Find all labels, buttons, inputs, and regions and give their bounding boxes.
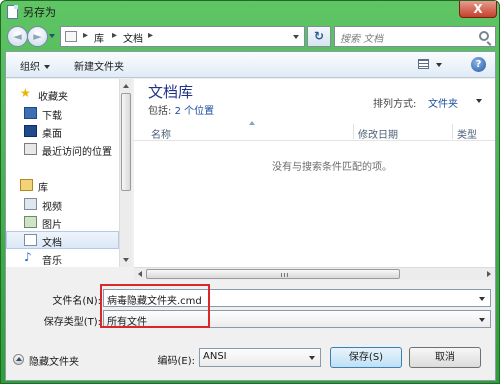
encoding-value: ANSI bbox=[203, 351, 227, 362]
sort-ascending-icon bbox=[249, 121, 255, 125]
search-input[interactable]: 搜索 文档 bbox=[334, 26, 496, 47]
scroll-up-arrow-icon[interactable] bbox=[123, 84, 129, 88]
close-button[interactable]: X bbox=[459, 1, 497, 18]
column-type[interactable]: 类型 bbox=[457, 126, 477, 141]
chevron-down-icon bbox=[44, 65, 50, 69]
sidebar-item-label: 音乐 bbox=[42, 256, 62, 267]
sidebar-item-label: 最近访问的位置 bbox=[42, 147, 112, 158]
breadcrumb-separator[interactable]: ▸ bbox=[83, 30, 88, 41]
libraries-icon bbox=[20, 179, 33, 191]
column-divider[interactable] bbox=[452, 124, 453, 139]
music-note-icon: ♪ bbox=[24, 250, 32, 264]
column-name[interactable]: 名称 bbox=[151, 126, 171, 141]
new-folder-button[interactable]: 新建文件夹 bbox=[74, 58, 124, 73]
sidebar-item-recent-places[interactable]: 最近访问的位置 bbox=[6, 140, 119, 158]
command-bar: 组织 新建文件夹 ? bbox=[6, 52, 495, 78]
title-bar[interactable]: 另存为 X bbox=[1, 1, 500, 23]
column-modified-date[interactable]: 修改日期 bbox=[358, 126, 398, 141]
library-folder-icon bbox=[65, 31, 77, 42]
sidebar-favorites-header[interactable]: ★ 收藏夹 bbox=[6, 85, 119, 103]
includes-label: 包括: bbox=[148, 106, 172, 117]
forward-button[interactable]: ► bbox=[27, 26, 48, 47]
breadcrumb-separator[interactable]: ▸ bbox=[148, 30, 153, 41]
encoding-select[interactable]: ANSI bbox=[199, 348, 321, 367]
arrange-by-dropdown[interactable]: 文件夹 bbox=[428, 95, 458, 110]
sidebar-item-label: 桌面 bbox=[42, 129, 62, 140]
sidebar-item-label: 文档 bbox=[42, 238, 62, 249]
sidebar-item-label: 库 bbox=[38, 183, 48, 194]
filename-label: 文件名(N): bbox=[52, 296, 101, 307]
chevron-down-icon[interactable] bbox=[479, 318, 485, 322]
navigation-vertical-scrollbar[interactable] bbox=[119, 79, 132, 267]
scroll-down-arrow-icon[interactable] bbox=[123, 258, 129, 262]
library-title: 文档库 bbox=[148, 83, 194, 101]
sidebar-item-desktop[interactable]: 桌面 bbox=[6, 122, 119, 140]
hide-folders-label[interactable]: 隐藏文件夹 bbox=[29, 353, 79, 368]
scroll-thumb[interactable] bbox=[121, 93, 131, 191]
sidebar-libraries-header[interactable]: 库 bbox=[6, 176, 119, 194]
search-placeholder: 搜索 文档 bbox=[340, 34, 384, 45]
downloads-folder-icon bbox=[24, 107, 37, 119]
filename-history-dropdown-icon[interactable] bbox=[479, 297, 485, 301]
breadcrumb-documents[interactable]: 文档 bbox=[123, 30, 143, 45]
back-button[interactable]: ◄ bbox=[7, 26, 28, 47]
recent-pages-dropdown-icon[interactable] bbox=[49, 34, 55, 38]
collapse-arrow-icon[interactable] bbox=[13, 354, 24, 365]
scroll-right-arrow-icon[interactable] bbox=[487, 271, 491, 277]
navigation-bar: ◄ ► ▸ 库 ▸ 文档 ▸ ↻ 搜索 文档 bbox=[1, 23, 500, 51]
includes-locations-link[interactable]: 2 个位置 bbox=[175, 106, 215, 117]
view-options-dropdown-icon[interactable] bbox=[436, 63, 442, 67]
sidebar-item-label: 视频 bbox=[42, 202, 62, 213]
desktop-icon bbox=[24, 125, 37, 137]
column-divider[interactable] bbox=[353, 124, 354, 139]
star-icon: ★ bbox=[20, 86, 31, 100]
sidebar-item-videos[interactable]: 视频 bbox=[6, 195, 119, 213]
save-as-type-label: 保存类型(T): bbox=[43, 317, 101, 328]
sidebar-item-pictures[interactable]: 图片 bbox=[6, 213, 119, 231]
breadcrumb-library[interactable]: 库 bbox=[94, 30, 104, 45]
refresh-button[interactable]: ↻ bbox=[307, 26, 331, 47]
encoding-label: 编码(E): bbox=[157, 356, 196, 367]
scroll-left-arrow-icon[interactable] bbox=[138, 271, 142, 277]
dialog-body: 组织 新建文件夹 ? ★ 收藏夹 下载 桌面 最近访问的位置 库 视频 图片 文… bbox=[5, 51, 496, 381]
documents-library-icon bbox=[24, 234, 37, 246]
library-includes: 包括: 2 个位置 bbox=[148, 102, 214, 117]
cancel-button[interactable]: 取消 bbox=[409, 347, 481, 368]
save-button[interactable]: 保存(S) bbox=[330, 347, 402, 368]
organize-label: 组织 bbox=[20, 62, 40, 73]
highlight-annotation-box bbox=[100, 284, 210, 328]
navigation-pane: ★ 收藏夹 下载 桌面 最近访问的位置 库 视频 图片 文档 ♪ 音乐 bbox=[6, 79, 119, 267]
help-icon[interactable]: ? bbox=[471, 57, 486, 72]
notepad-icon bbox=[7, 5, 18, 19]
arrange-by-label: 排列方式: bbox=[373, 99, 417, 110]
change-view-icon[interactable] bbox=[418, 59, 429, 69]
column-header-row: 名称 修改日期 类型 bbox=[134, 121, 495, 141]
address-dropdown-icon[interactable] bbox=[293, 35, 299, 39]
pictures-library-icon bbox=[24, 216, 37, 228]
window-title: 另存为 bbox=[23, 6, 56, 19]
sidebar-item-downloads[interactable]: 下载 bbox=[6, 104, 119, 122]
recent-places-icon bbox=[24, 143, 37, 155]
grip-icon bbox=[281, 273, 289, 277]
save-as-dialog: 另存为 X ◄ ► ▸ 库 ▸ 文档 ▸ ↻ 搜索 文档 组织 新建文件夹 ? bbox=[0, 0, 500, 384]
file-list-horizontal-scrollbar[interactable] bbox=[134, 267, 495, 280]
empty-results-message: 没有与搜索条件匹配的项。 bbox=[272, 162, 392, 173]
sidebar-item-label: 收藏夹 bbox=[38, 92, 68, 103]
sidebar-item-label: 图片 bbox=[42, 220, 62, 231]
breadcrumb-separator[interactable]: ▸ bbox=[112, 30, 117, 41]
sidebar-item-label: 下载 bbox=[42, 111, 62, 122]
search-icon[interactable] bbox=[479, 31, 489, 41]
file-list-pane: 文档库 包括: 2 个位置 排列方式: 文件夹 名称 修改日期 类型 没有与搜索… bbox=[134, 79, 495, 267]
scroll-thumb[interactable] bbox=[146, 269, 400, 279]
arrange-by-chevron-icon[interactable] bbox=[476, 99, 482, 103]
videos-library-icon bbox=[24, 198, 37, 210]
sidebar-item-music[interactable]: ♪ 音乐 bbox=[6, 249, 119, 267]
chevron-down-icon[interactable] bbox=[309, 356, 315, 360]
address-bar[interactable]: ▸ 库 ▸ 文档 ▸ bbox=[60, 26, 305, 47]
sidebar-item-documents[interactable]: 文档 bbox=[6, 231, 119, 249]
organize-button[interactable]: 组织 bbox=[20, 58, 50, 73]
